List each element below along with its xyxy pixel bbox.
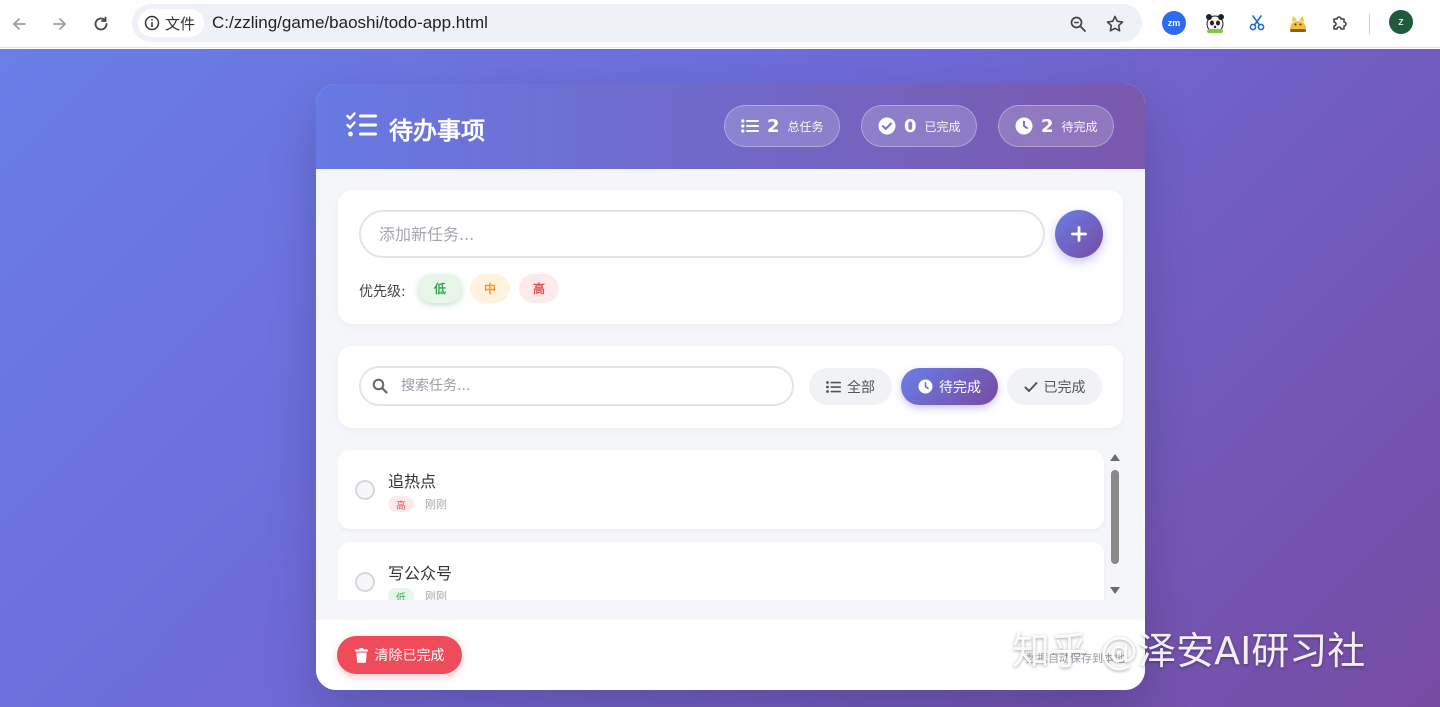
back-button[interactable]	[5, 10, 33, 38]
scissors-extension-icon[interactable]	[1245, 11, 1269, 35]
task-list-icon	[346, 112, 377, 137]
stat-total-tasks: 2 总任务	[724, 105, 840, 147]
task-item[interactable]: 写公众号 低 刚刚	[338, 542, 1104, 600]
scroll-down-arrow-icon[interactable]	[1110, 587, 1120, 594]
priority-label: 优先级:	[359, 284, 406, 300]
clock-icon	[1015, 117, 1033, 135]
filter-completed-button[interactable]: 已完成	[1007, 368, 1102, 405]
zoom-button[interactable]	[1067, 13, 1089, 35]
info-icon	[144, 15, 160, 31]
puzzle-icon	[1333, 16, 1347, 30]
stat-pending: 2 待完成	[998, 105, 1114, 147]
task-text: 追热点	[388, 472, 437, 491]
list-icon	[826, 380, 841, 393]
browser-toolbar: 文件 C:/zzling/game/baoshi/todo-app.html z…	[0, 0, 1440, 48]
forward-icon	[53, 18, 66, 30]
watermark: 知乎 @泽安AI研习社	[1012, 629, 1366, 673]
filter-pending-label: 待完成	[939, 379, 981, 396]
filter-all-label: 全部	[847, 379, 875, 396]
filter-all-button[interactable]: 全部	[809, 368, 892, 405]
site-info-chip[interactable]: 文件	[138, 9, 204, 37]
stat-pending-value: 2	[1041, 115, 1054, 137]
forward-button[interactable]	[46, 10, 74, 38]
priority-high-button[interactable]: 高	[519, 274, 559, 303]
task-checkbox[interactable]	[355, 572, 375, 592]
filter-completed-label: 已完成	[1043, 379, 1086, 396]
filter-panel: 全部 待完成 已完成	[338, 346, 1123, 428]
info-chip-label: 文件	[165, 15, 196, 33]
clear-completed-button[interactable]: 清除已完成	[337, 636, 462, 674]
extensions-button[interactable]	[1328, 11, 1352, 35]
todo-app-card: 待办事项 2 总任务 0 已完成 2 待完成 优先级: 低	[316, 84, 1145, 690]
page-background: 待办事项 2 总任务 0 已完成 2 待完成 优先级: 低	[0, 49, 1440, 707]
priority-low-button[interactable]: 低	[418, 274, 462, 303]
search-box[interactable]	[359, 366, 794, 406]
stat-pending-label: 待完成	[1061, 119, 1098, 134]
task-time: 刚刚	[425, 498, 447, 511]
stat-completed: 0 已完成	[861, 105, 977, 147]
panda-extension-icon[interactable]	[1203, 11, 1227, 35]
reload-button[interactable]	[87, 10, 115, 38]
zoom-icon	[1070, 16, 1086, 32]
check-circle-icon	[878, 117, 896, 135]
task-list[interactable]: 追热点 高 刚刚 写公众号 低 刚刚	[338, 450, 1123, 600]
new-task-input[interactable]	[359, 210, 1045, 258]
app-header: 待办事项 2 总任务 0 已完成 2 待完成	[316, 84, 1145, 169]
task-list-scrollbar[interactable]	[1107, 450, 1123, 600]
priority-medium-button[interactable]: 中	[470, 274, 510, 303]
task-time: 刚刚	[425, 590, 447, 600]
clock-icon	[918, 379, 933, 394]
profile-avatar[interactable]: z	[1389, 10, 1413, 34]
task-item[interactable]: 追热点 高 刚刚	[338, 450, 1104, 529]
search-input[interactable]	[401, 374, 781, 398]
add-task-panel: 优先级: 低 中 高	[338, 190, 1123, 324]
zoom-meeting-extension-icon[interactable]: zm	[1162, 11, 1186, 35]
reload-icon	[94, 16, 108, 31]
url-text[interactable]: C:/zzling/game/baoshi/todo-app.html	[212, 13, 488, 33]
trash-icon	[354, 647, 368, 663]
list-icon	[741, 119, 759, 133]
stat-total-value: 2	[767, 115, 780, 137]
toolbar-separator	[1369, 14, 1370, 34]
scroll-up-arrow-icon[interactable]	[1110, 454, 1120, 461]
bookmark-button[interactable]	[1104, 13, 1126, 35]
address-bar[interactable]: 文件 C:/zzling/game/baoshi/todo-app.html	[132, 4, 1142, 42]
task-text: 写公众号	[388, 564, 453, 583]
back-icon	[13, 18, 26, 30]
scrollbar-thumb[interactable]	[1111, 470, 1119, 564]
page-title: 待办事项	[389, 117, 485, 145]
filter-pending-button[interactable]: 待完成	[901, 368, 998, 405]
star-icon	[1106, 15, 1124, 32]
stat-completed-value: 0	[904, 115, 917, 137]
stat-total-label: 总任务	[787, 119, 824, 134]
task-priority-badge: 高	[388, 496, 414, 512]
task-priority-badge: 低	[388, 588, 414, 600]
add-task-button[interactable]	[1055, 210, 1103, 258]
plus-icon	[1071, 226, 1087, 242]
cat-extension-icon[interactable]	[1286, 11, 1310, 35]
search-icon	[372, 378, 388, 394]
clear-completed-label: 清除已完成	[374, 648, 445, 664]
checkmark-icon	[1024, 381, 1037, 392]
stat-completed-label: 已完成	[924, 119, 961, 134]
task-checkbox[interactable]	[355, 480, 375, 500]
